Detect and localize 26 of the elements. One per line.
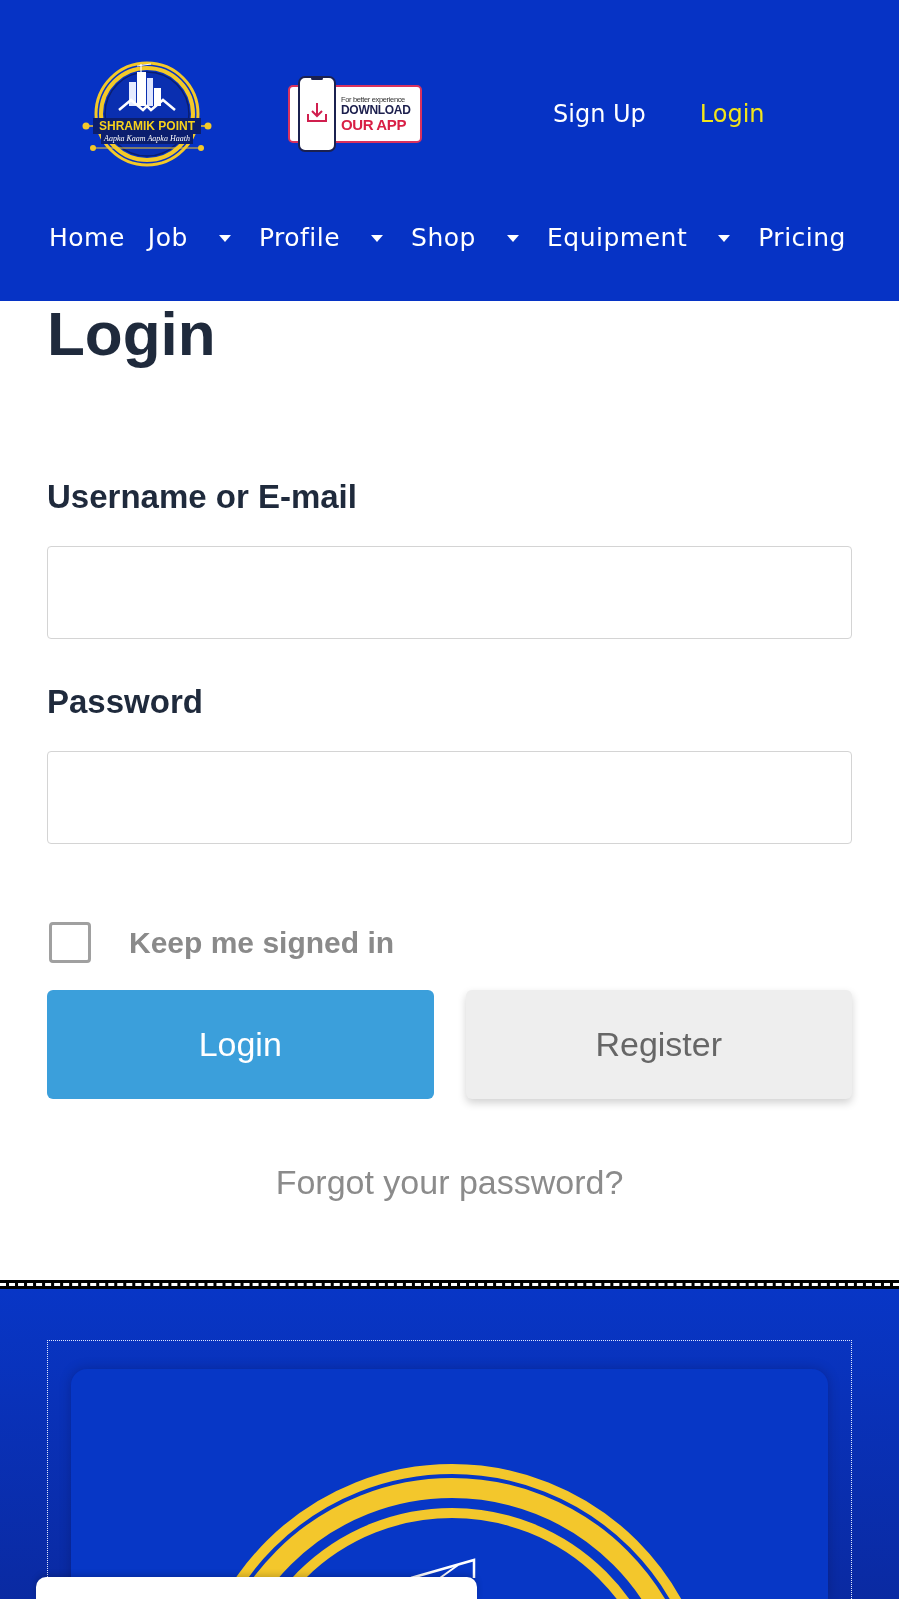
badge-subtitle: OUR APP — [341, 117, 407, 133]
field-label: Password — [47, 684, 204, 720]
caret-down-icon[interactable] — [218, 234, 231, 242]
checkbox[interactable] — [49, 922, 91, 963]
logo-title: SHRAMIK POINT — [98, 119, 196, 133]
register-button[interactable]: Register — [465, 990, 852, 1099]
nav-link[interactable]: Home — [49, 222, 125, 254]
nav-link[interactable]: Equipment — [547, 222, 688, 254]
badge-title: DOWNLOAD — [341, 104, 411, 117]
field-label: Username or E-mail — [47, 479, 358, 515]
auth-link[interactable]: Login — [699, 99, 765, 129]
checkbox-label: Keep me signed in — [129, 924, 395, 961]
input-field[interactable] — [47, 751, 852, 844]
page-heading: Login — [47, 301, 217, 367]
caret-down-icon[interactable] — [507, 234, 519, 242]
auth-link[interactable]: Sign Up — [553, 99, 646, 129]
caret-down-icon[interactable] — [718, 234, 731, 242]
site-logo[interactable]: SHRAMIK POINT Aapka Kaam Aapka Haath — [81, 60, 213, 168]
input-field[interactable] — [47, 546, 852, 639]
nav-link[interactable]: Shop — [411, 222, 476, 254]
phone-download-icon — [298, 76, 336, 152]
nav-link[interactable]: Profile — [258, 222, 341, 254]
nav-link[interactable]: Pricing — [758, 222, 846, 254]
logo-tagline: Aapka Kaam Aapka Haath — [103, 134, 191, 144]
caret-down-icon[interactable] — [371, 234, 384, 242]
nav-link[interactable]: Job — [147, 222, 188, 254]
